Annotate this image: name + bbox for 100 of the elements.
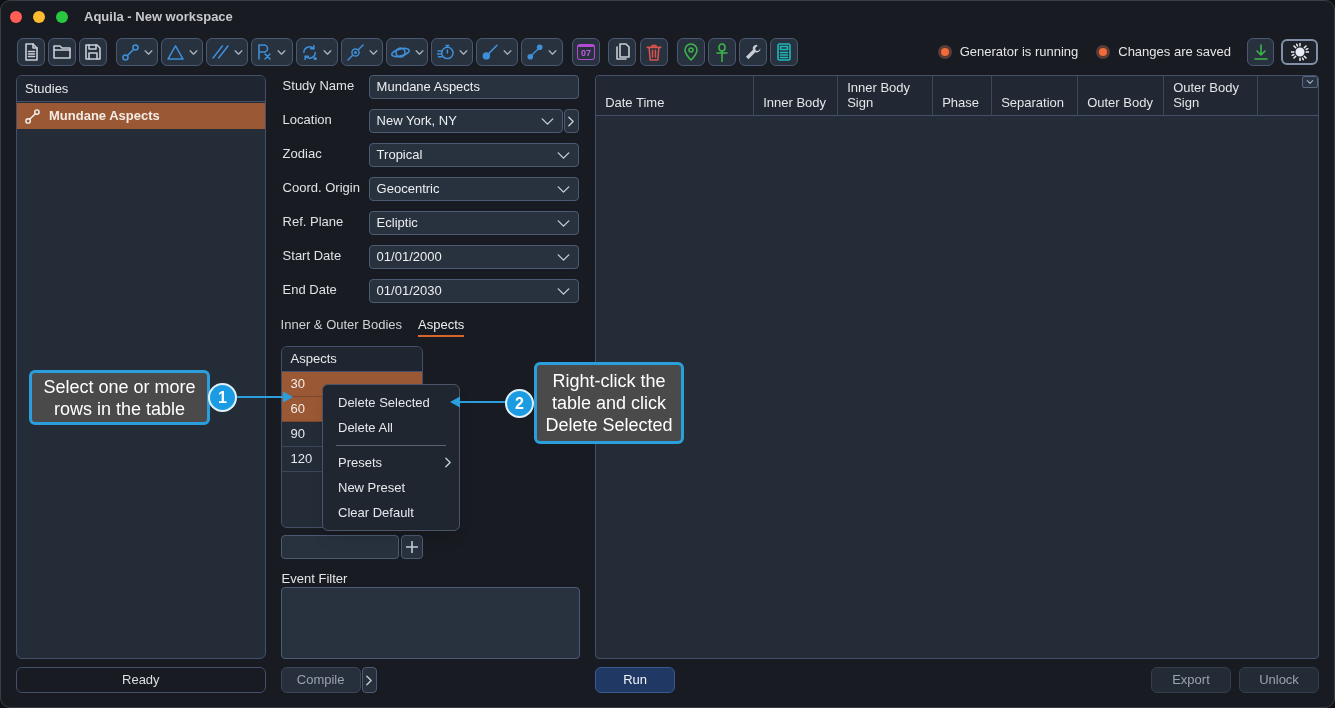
linked-dots-icon bbox=[527, 44, 543, 60]
rx-symbol-icon bbox=[258, 44, 272, 60]
caret-icon bbox=[323, 49, 332, 55]
column-header[interactable]: Phase bbox=[942, 95, 979, 110]
triangle-icon bbox=[166, 44, 184, 60]
next-button[interactable] bbox=[563, 109, 579, 133]
new-document-button[interactable] bbox=[17, 38, 45, 66]
toolbar-dropdown-button[interactable] bbox=[296, 38, 338, 66]
dropdown[interactable]: 01/01/2030 bbox=[368, 279, 579, 303]
toolbar-dropdown-button[interactable] bbox=[251, 38, 293, 66]
wrench-icon bbox=[745, 44, 761, 60]
field-label: Study Name bbox=[281, 77, 356, 96]
download-button[interactable] bbox=[1247, 38, 1274, 66]
callout: Select one or more rows in the table bbox=[29, 370, 210, 425]
toolbar-dropdown-button[interactable] bbox=[521, 38, 563, 66]
menu-item[interactable]: Clear Default bbox=[323, 500, 420, 525]
dropdown[interactable]: Ecliptic bbox=[368, 211, 579, 235]
dropdown[interactable]: 01/01/2000 bbox=[368, 245, 579, 269]
tab[interactable]: Inner & Outer Bodies bbox=[280, 316, 402, 337]
callout-arrow bbox=[450, 396, 506, 408]
add-button[interactable] bbox=[400, 535, 423, 559]
caret-icon bbox=[143, 49, 153, 55]
tab[interactable]: Aspects bbox=[418, 316, 465, 337]
toolbar-dropdown-button[interactable] bbox=[476, 38, 518, 66]
column-header[interactable]: Date Time bbox=[605, 95, 665, 110]
section-label: Event Filter bbox=[280, 570, 349, 585]
column-header[interactable]: Inner Body bbox=[763, 95, 826, 110]
status-label: Generator is running bbox=[959, 43, 1079, 62]
save-button[interactable] bbox=[79, 38, 107, 66]
callout-arrow bbox=[237, 391, 293, 403]
field-label: Start Date bbox=[281, 247, 343, 266]
folder-icon bbox=[53, 45, 71, 59]
field-label: Location bbox=[281, 111, 333, 130]
close-window-button[interactable] bbox=[10, 11, 22, 23]
input-field[interactable] bbox=[280, 535, 399, 559]
minimize-window-button[interactable] bbox=[33, 11, 45, 23]
calendar-button[interactable]: 07 bbox=[572, 38, 600, 66]
toolbar-dropdown-button[interactable] bbox=[161, 38, 203, 66]
plus-icon bbox=[405, 541, 418, 553]
column-header[interactable]: Aspects bbox=[281, 347, 422, 372]
cycle-arrows-icon bbox=[302, 43, 318, 61]
callout: Right-click the table and click Delete Selected bbox=[534, 362, 684, 444]
caret-icon bbox=[548, 49, 557, 55]
table-cell[interactable]: 90 bbox=[281, 422, 322, 446]
column-header[interactable]: Outer Body bbox=[1087, 95, 1153, 110]
maximize-window-button[interactable] bbox=[56, 11, 68, 23]
circled-dot-line-icon bbox=[346, 43, 364, 61]
trash-icon bbox=[646, 43, 662, 61]
caret-icon bbox=[414, 49, 424, 55]
open-folder-button[interactable] bbox=[48, 38, 76, 66]
text-field[interactable]: Mundane Aspects bbox=[368, 75, 579, 99]
sun-icon bbox=[1290, 43, 1309, 61]
caret-icon bbox=[458, 49, 468, 55]
window-title: Aquila - New workspace bbox=[84, 8, 233, 27]
dropdown[interactable]: New York, NY bbox=[368, 109, 563, 133]
column-menu-button[interactable] bbox=[1302, 76, 1318, 88]
toolbar-dropdown-button[interactable] bbox=[386, 38, 428, 66]
copy-icon bbox=[614, 43, 630, 61]
menu-item[interactable]: Delete Selected bbox=[323, 390, 436, 415]
chevron-down-icon bbox=[556, 219, 570, 227]
ankh-button[interactable] bbox=[708, 38, 736, 66]
chevron-right-icon bbox=[445, 457, 451, 468]
caret-icon bbox=[233, 49, 243, 55]
copy-button[interactable] bbox=[608, 38, 636, 66]
delete-button[interactable] bbox=[640, 38, 668, 66]
field-label: Zodiac bbox=[281, 145, 323, 164]
theme-toggle-button[interactable] bbox=[1281, 39, 1318, 65]
linked-nodes-icon bbox=[25, 108, 40, 124]
location-button[interactable] bbox=[677, 38, 705, 66]
dropdown[interactable]: Tropical bbox=[368, 143, 579, 167]
status-display: Ready bbox=[16, 667, 266, 693]
toolbar-dropdown-button[interactable] bbox=[431, 38, 473, 66]
column-header[interactable]: Inner Body Sign bbox=[847, 80, 927, 110]
dropdown[interactable]: Geocentric bbox=[368, 177, 579, 201]
toolbar-dropdown-button[interactable] bbox=[206, 38, 248, 66]
caret-icon bbox=[1306, 80, 1314, 84]
run-button[interactable]: Run bbox=[595, 667, 676, 693]
linked-nodes-icon bbox=[121, 43, 139, 61]
settings-button[interactable] bbox=[739, 38, 767, 66]
chevron-down-icon bbox=[556, 185, 570, 193]
caret-icon bbox=[503, 49, 512, 55]
toolbar-dropdown-button[interactable] bbox=[116, 38, 158, 66]
column-header[interactable]: Outer Body Sign bbox=[1173, 80, 1252, 110]
menu-item[interactable]: Delete All bbox=[323, 415, 399, 440]
study-list-item[interactable]: Mundane Aspects bbox=[17, 103, 265, 129]
caret-icon bbox=[277, 49, 286, 55]
toolbar-dropdown-button[interactable] bbox=[341, 38, 383, 66]
download-icon bbox=[1253, 44, 1268, 60]
chevron-down-icon bbox=[556, 253, 570, 261]
chevron-right-icon bbox=[568, 115, 575, 127]
chevron-down-icon bbox=[556, 287, 570, 295]
panel-title: Studies bbox=[17, 76, 265, 102]
next-button[interactable] bbox=[361, 667, 377, 693]
table-cell[interactable]: 120 bbox=[281, 447, 322, 471]
menu-item[interactable]: New Preset bbox=[323, 475, 412, 500]
menu-item[interactable]: Presets bbox=[323, 450, 459, 475]
calendar-icon: 07 bbox=[577, 44, 595, 60]
column-header[interactable]: Separation bbox=[1001, 95, 1065, 110]
calculator-button[interactable] bbox=[770, 38, 798, 66]
caret-icon bbox=[188, 49, 198, 55]
